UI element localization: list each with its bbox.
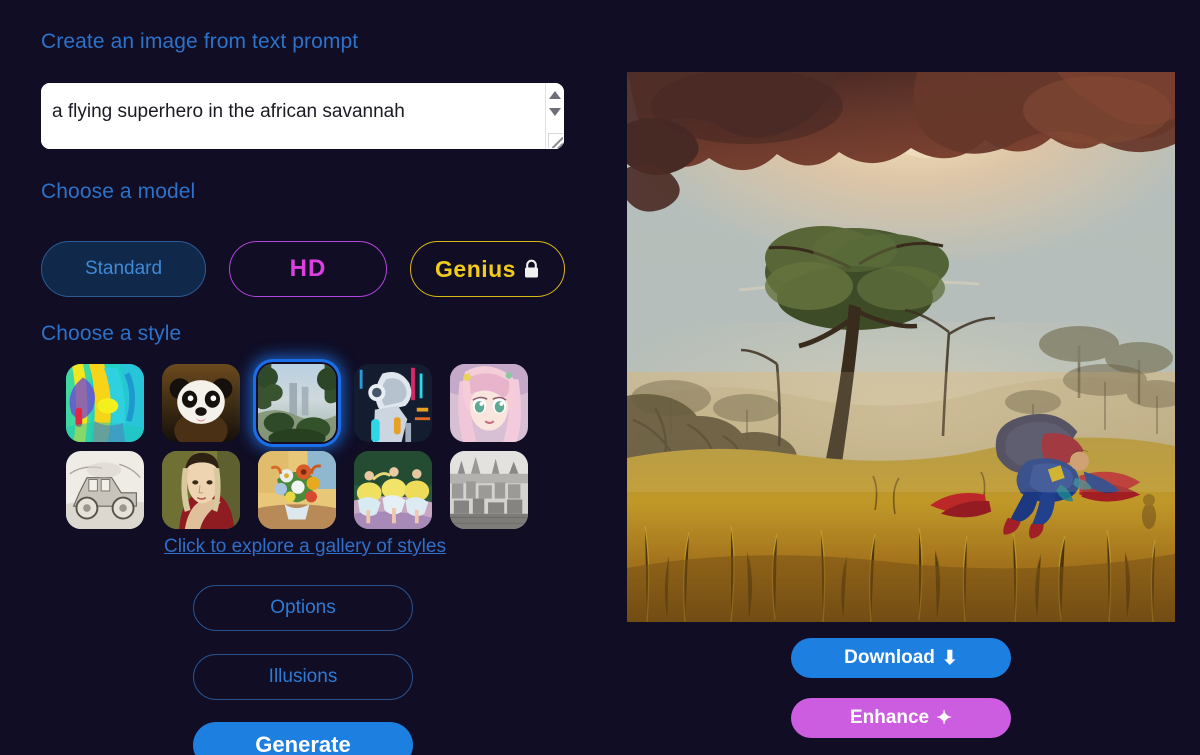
sparkle-icon: ✦ — [936, 707, 953, 729]
model-button-genius[interactable]: Genius — [410, 241, 565, 297]
style-thumb-ballet-dancers-impressionist[interactable] — [352, 449, 434, 531]
page-title: Create an image from text prompt — [41, 30, 359, 53]
model-button-hd-label: HD — [289, 255, 327, 282]
result-panel — [627, 72, 1175, 622]
lock-icon — [523, 259, 540, 279]
triangle-down-icon[interactable] — [549, 108, 561, 116]
options-button[interactable]: Options — [193, 585, 413, 631]
illusions-button[interactable]: Illusions — [193, 654, 413, 700]
style-thumb-psychedelic-abstract[interactable] — [64, 362, 146, 444]
controls-panel: Create an image from text prompt Choose … — [0, 0, 610, 755]
style-thumbnail-grid — [64, 362, 530, 531]
style-thumb-cyberpunk-robot[interactable] — [352, 362, 434, 444]
generate-button[interactable]: Generate — [193, 722, 413, 755]
model-options: Standard HD Genius — [41, 241, 565, 297]
style-thumb-pencil-sketch-car[interactable] — [64, 449, 146, 531]
enhance-button[interactable]: Enhance ✦ — [791, 698, 1011, 738]
prompt-scrollbar[interactable] — [545, 83, 564, 149]
style-thumb-graphite-city-sketch[interactable] — [448, 449, 530, 531]
image-generator-app: Create an image from text prompt Choose … — [0, 0, 1200, 755]
download-arrow-icon: ⬇ — [941, 647, 958, 669]
prompt-input[interactable] — [41, 83, 545, 149]
model-button-standard-label: Standard — [84, 258, 163, 279]
gallery-link[interactable]: Click to explore a gallery of styles — [0, 536, 610, 558]
download-button[interactable]: Download ⬇ — [791, 638, 1011, 678]
style-thumb-anime-portrait[interactable] — [448, 362, 530, 444]
triangle-up-icon[interactable] — [549, 91, 561, 99]
model-button-standard[interactable]: Standard — [41, 241, 206, 297]
download-button-label: Download — [844, 647, 935, 668]
style-thumb-renaissance-portrait[interactable] — [160, 449, 242, 531]
style-thumb-panda-3d-render[interactable] — [160, 362, 242, 444]
enhance-button-label: Enhance — [849, 707, 930, 728]
resize-grip-icon[interactable] — [548, 133, 563, 148]
generated-image[interactable] — [627, 72, 1175, 622]
model-button-hd[interactable]: HD — [229, 241, 387, 297]
result-action-buttons: Download ⬇ Enhance ✦ — [627, 638, 1175, 738]
model-button-genius-label: Genius — [435, 255, 516, 282]
style-section-label: Choose a style — [41, 322, 182, 345]
prompt-field-wrapper[interactable] — [41, 83, 564, 149]
style-thumb-still-life-flowers[interactable] — [256, 449, 338, 531]
style-thumb-misty-landscape[interactable] — [256, 362, 338, 444]
model-section-label: Choose a model — [41, 180, 196, 203]
